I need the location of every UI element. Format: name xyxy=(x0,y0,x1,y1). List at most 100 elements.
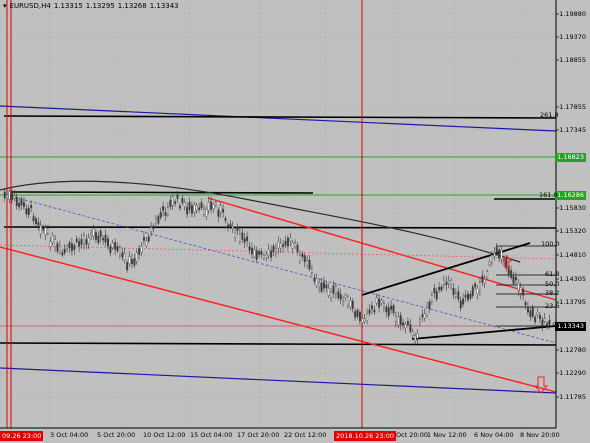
candle-body xyxy=(397,316,400,326)
price-tick-label: 1.19370 xyxy=(559,33,586,41)
candle-body xyxy=(200,202,203,209)
candle-body xyxy=(493,252,496,257)
fibo-label-236: 23.6 xyxy=(545,302,560,310)
candle-body xyxy=(102,237,105,241)
chevron-down-icon[interactable]: ▾ xyxy=(3,2,7,10)
candle-body xyxy=(8,191,11,200)
candle-body xyxy=(423,313,426,319)
candle-body xyxy=(207,201,210,211)
black-level-mid[interactable] xyxy=(3,226,557,229)
candle-body xyxy=(519,287,522,294)
candle-body xyxy=(190,205,193,214)
candle-body xyxy=(359,312,361,322)
candle-body xyxy=(210,201,213,210)
candle-body xyxy=(279,243,282,249)
candle-body xyxy=(118,247,121,255)
fibo-label-0: 0.0 xyxy=(546,321,557,329)
candle-body xyxy=(462,298,465,305)
candle-body xyxy=(222,209,225,213)
candle-body xyxy=(18,202,21,208)
green-level-price-tag: 1.16823 xyxy=(555,153,586,162)
candle-body xyxy=(157,216,160,224)
chart-window[interactable]: ▾ EURUSD,H4 1.13315 1.13295 1.13268 1.13343 1… xyxy=(0,0,590,443)
candle-body xyxy=(539,315,541,320)
black-level-upper[interactable] xyxy=(11,191,314,194)
candle-body xyxy=(270,250,273,258)
candle-body xyxy=(133,258,136,266)
candle-body xyxy=(335,286,337,295)
candle-body xyxy=(378,298,381,308)
symbol-label: EURUSD,H4 xyxy=(9,2,51,10)
candle-body xyxy=(299,254,301,262)
candle-body xyxy=(198,207,201,210)
candle-body xyxy=(99,230,102,237)
time-tick-label: Oct 20:00 xyxy=(396,431,429,439)
candle-body xyxy=(128,256,131,264)
current-price-tag: 1.13343 xyxy=(555,322,586,331)
candle-body xyxy=(527,306,529,313)
candle-body xyxy=(255,250,258,260)
candle-body xyxy=(238,233,241,242)
high-value: 1.13295 xyxy=(85,2,115,10)
candle-body xyxy=(205,208,208,217)
candle-body xyxy=(80,238,83,245)
candle-body xyxy=(515,276,517,281)
candle-body xyxy=(541,319,544,327)
candle-body xyxy=(30,205,33,208)
candle-body xyxy=(481,275,484,283)
candle-body xyxy=(135,252,138,262)
fibo-label-618: 61.8 xyxy=(545,270,560,278)
candle-body xyxy=(498,249,501,259)
candle-body xyxy=(491,254,493,263)
candle-body xyxy=(23,202,25,208)
candle-body xyxy=(536,311,539,315)
candle-body xyxy=(44,227,47,235)
candle-body xyxy=(104,234,107,243)
candle-body xyxy=(390,305,393,310)
candle-body xyxy=(471,286,474,296)
candle-body xyxy=(59,245,61,253)
candle-body xyxy=(330,291,333,298)
fibo-label-261: 261.8 xyxy=(540,111,559,119)
candle-body xyxy=(387,307,390,316)
candle-body xyxy=(313,277,316,282)
candle-body xyxy=(476,287,479,295)
candle-body xyxy=(183,202,186,207)
candle-body xyxy=(467,293,469,300)
candle-body xyxy=(25,208,28,215)
candle-body xyxy=(464,294,467,298)
candle-body xyxy=(407,320,409,325)
price-chart[interactable] xyxy=(0,0,590,443)
candle-body xyxy=(159,212,162,218)
candle-body xyxy=(176,194,179,199)
green-level-2-price-tag: 1.16286 xyxy=(555,191,586,200)
candle-body xyxy=(289,237,292,242)
candle-body xyxy=(241,232,244,240)
candle-body xyxy=(54,239,57,247)
candle-body xyxy=(455,293,457,297)
candle-body xyxy=(20,198,23,206)
candle-body xyxy=(226,224,229,228)
price-tick-label: 1.17345 xyxy=(559,126,586,134)
candle-body xyxy=(419,319,421,322)
candle-body xyxy=(447,280,450,284)
candle-body xyxy=(162,206,165,211)
candle-body xyxy=(368,309,371,314)
candle-body xyxy=(202,209,205,215)
candle-body xyxy=(145,240,148,247)
candle-body xyxy=(505,258,508,268)
candle-body xyxy=(512,276,515,284)
time-marker-left: 09.26 23:00 xyxy=(0,431,44,441)
candle-body xyxy=(426,307,429,316)
candle-body xyxy=(92,228,95,237)
price-tick-label: 1.14810 xyxy=(559,251,586,259)
candle-body xyxy=(87,237,90,244)
price-tick-label: 1.15830 xyxy=(559,204,586,212)
candle-body xyxy=(214,202,217,206)
low-value: 1.13268 xyxy=(117,2,147,10)
candle-body xyxy=(66,246,69,249)
candle-body xyxy=(450,280,453,285)
candle-body xyxy=(486,271,489,278)
candle-body xyxy=(291,242,294,249)
candle-body xyxy=(106,238,109,247)
